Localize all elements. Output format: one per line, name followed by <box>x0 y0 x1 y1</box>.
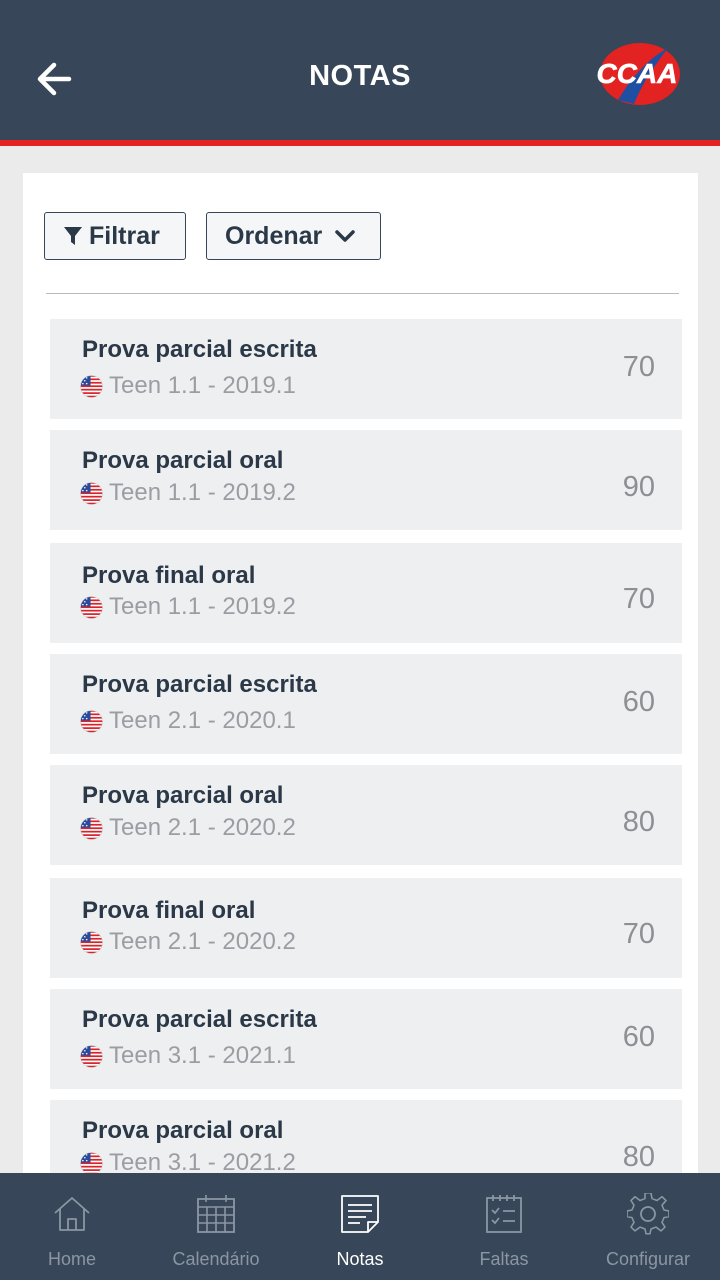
grade-item[interactable]: Prova parcial oral Teen 1.1 - 2019.2 90 <box>50 430 682 530</box>
us-flag-icon <box>80 1151 103 1173</box>
us-flag-icon <box>80 816 103 840</box>
grade-title: Prova parcial oral <box>82 447 284 474</box>
grade-course: Teen 3.1 - 2021.1 <box>80 1042 296 1070</box>
nav-item-calendar[interactable]: Calendário <box>144 1173 288 1280</box>
filter-button[interactable]: Filtrar <box>44 212 186 260</box>
course-label: Teen 3.1 - 2021.1 <box>109 1042 296 1069</box>
nav-label: Notas <box>336 1249 384 1269</box>
chevron-down-icon <box>335 230 356 242</box>
nav-label: Calendário <box>172 1249 260 1269</box>
list-toolbar: Filtrar Ordenar <box>44 212 381 260</box>
order-dropdown[interactable]: Ordenar <box>206 212 381 260</box>
filter-label: Filtrar <box>89 221 160 250</box>
course-label: Teen 2.1 - 2020.2 <box>109 814 296 841</box>
header-accent-bar <box>0 140 720 146</box>
us-flag-icon <box>80 930 103 954</box>
us-flag-icon <box>80 709 103 733</box>
grade-score: 60 <box>622 1021 655 1053</box>
order-label: Ordenar <box>225 221 323 250</box>
grade-course: Teen 2.1 - 2020.2 <box>80 928 296 956</box>
grade-item[interactable]: Prova final oral Teen 2.1 - 2020.2 70 <box>50 878 682 978</box>
grades-card: Filtrar Ordenar Prova parcial escrita Te… <box>23 173 698 1183</box>
ccaa-logo: CCAA <box>596 43 680 105</box>
grade-item[interactable]: Prova parcial escrita Teen 2.1 - 2020.1 … <box>50 654 682 754</box>
course-label: Teen 2.1 - 2020.2 <box>109 928 296 955</box>
nav-item-notas[interactable]: Notas <box>288 1173 432 1280</box>
grade-score: 70 <box>622 918 655 950</box>
app-header: NOTAS CCAA <box>0 0 720 140</box>
grade-course: Teen 1.1 - 2019.2 <box>80 593 296 621</box>
grade-title: Prova parcial oral <box>82 1117 284 1144</box>
grade-item[interactable]: Prova parcial escrita Teen 3.1 - 2021.1 … <box>50 989 682 1089</box>
nav-item-home[interactable]: Home <box>0 1173 144 1280</box>
course-label: Teen 3.1 - 2021.2 <box>109 1149 296 1173</box>
notes-icon <box>341 1195 379 1233</box>
page-title: NOTAS <box>309 59 411 92</box>
grade-course: Teen 3.1 - 2021.2 <box>80 1149 296 1173</box>
course-label: Teen 1.1 - 2019.1 <box>109 372 296 399</box>
us-flag-icon <box>80 374 103 398</box>
grade-title: Prova final oral <box>82 897 256 924</box>
grade-title: Prova parcial escrita <box>82 1006 317 1033</box>
gear-icon <box>627 1193 669 1235</box>
nav-label: Home <box>47 1249 96 1269</box>
course-label: Teen 1.1 - 2019.2 <box>109 593 296 620</box>
grade-title: Prova parcial escrita <box>82 671 317 698</box>
grade-course: Teen 2.1 - 2020.1 <box>80 707 296 735</box>
grade-course: Teen 1.1 - 2019.1 <box>80 372 296 400</box>
grade-score: 60 <box>622 686 655 718</box>
back-button[interactable] <box>30 58 76 100</box>
grade-score: 90 <box>622 471 655 503</box>
course-label: Teen 1.1 - 2019.2 <box>109 479 296 506</box>
arrow-left-icon <box>37 62 72 96</box>
funnel-icon <box>64 227 82 245</box>
grade-item[interactable]: Prova parcial oral Teen 3.1 - 2021.2 80 <box>50 1100 682 1173</box>
grade-title: Prova final oral <box>82 562 256 589</box>
calendar-icon <box>197 1195 235 1233</box>
grades-list: Prova parcial escrita Teen 1.1 - 2019.1 … <box>50 319 682 1173</box>
grade-item[interactable]: Prova parcial escrita Teen 1.1 - 2019.1 … <box>50 319 682 419</box>
us-flag-icon <box>80 1044 103 1068</box>
nav-item-configurar[interactable]: Configurar <box>576 1173 720 1280</box>
nav-item-faltas[interactable]: Faltas <box>432 1173 576 1280</box>
us-flag-icon <box>80 481 103 505</box>
grade-item[interactable]: Prova parcial oral Teen 2.1 - 2020.2 80 <box>50 765 682 865</box>
grade-item[interactable]: Prova final oral Teen 1.1 - 2019.2 70 <box>50 543 682 643</box>
course-label: Teen 2.1 - 2020.1 <box>109 707 296 734</box>
divider <box>46 293 679 294</box>
grade-score: 80 <box>622 806 655 838</box>
bottom-nav: Home Calendário Notas Faltas Configurar <box>0 1173 720 1280</box>
attendance-icon <box>486 1195 522 1233</box>
grade-course: Teen 2.1 - 2020.2 <box>80 814 296 842</box>
home-icon <box>54 1197 90 1231</box>
grade-title: Prova parcial escrita <box>82 336 317 363</box>
nav-label: Configurar <box>605 1249 691 1269</box>
grade-score: 80 <box>622 1141 655 1173</box>
us-flag-icon <box>80 595 103 619</box>
grade-course: Teen 1.1 - 2019.2 <box>80 479 296 507</box>
grade-score: 70 <box>622 351 655 383</box>
nav-label: Faltas <box>479 1249 529 1269</box>
grade-score: 70 <box>622 583 655 615</box>
svg-text:CCAA: CCAA <box>597 58 678 89</box>
grade-title: Prova parcial oral <box>82 782 284 809</box>
